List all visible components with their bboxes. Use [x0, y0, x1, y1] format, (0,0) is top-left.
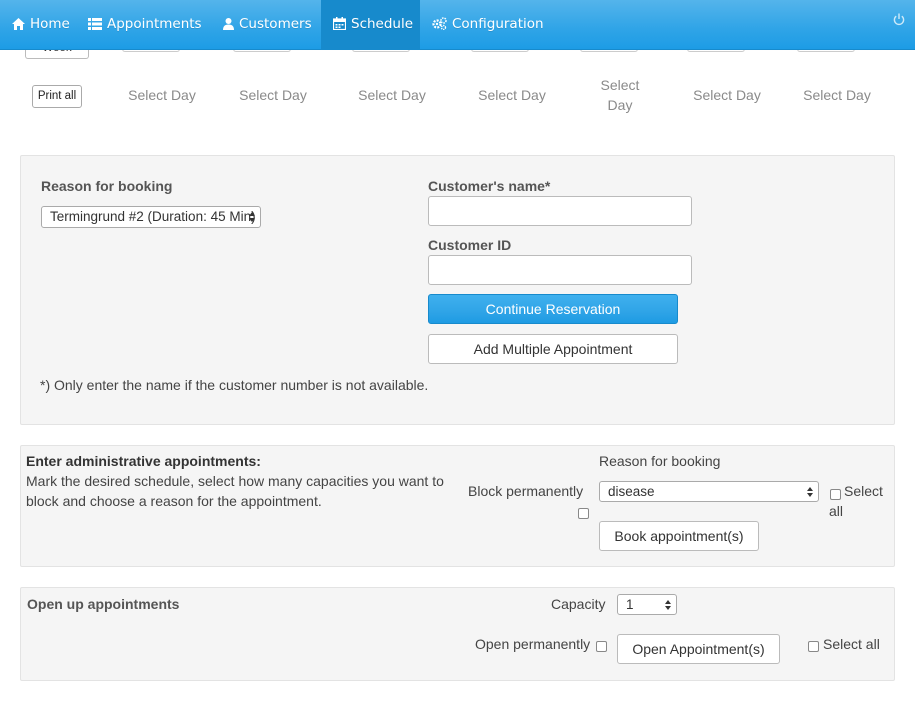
block-permanently-checkbox[interactable]	[578, 508, 589, 519]
admin-title: Enter administrative appointments:	[26, 453, 261, 469]
admin-select-all-label: Select all	[829, 483, 883, 519]
open-permanently-label: Open permanently	[475, 636, 591, 652]
select-day-2[interactable]: Select Day	[231, 85, 315, 105]
open-select-all-label: Select all	[823, 636, 880, 652]
nav-configuration-label: Configuration	[452, 16, 544, 32]
reason-label: Reason for booking	[41, 178, 173, 194]
nav-schedule-label: Schedule	[351, 16, 414, 32]
gears-icon	[432, 17, 447, 31]
admin-description: Mark the desired schedule, select how ma…	[26, 473, 444, 509]
continue-reservation-button[interactable]: Continue Reservation	[428, 294, 678, 324]
nav-customers-label: Customers	[239, 16, 312, 32]
add-multiple-appointment-button[interactable]: Add Multiple Appointment	[428, 334, 678, 364]
admin-reason-select[interactable]: disease	[599, 481, 819, 502]
reason-select[interactable]: Termingrund #2 (Duration: 45 Min)	[41, 206, 261, 228]
home-icon	[12, 18, 25, 30]
customer-name-note: *) Only enter the name if the customer n…	[40, 377, 429, 393]
capacity-label: Capacity	[551, 596, 606, 612]
nav-appointments[interactable]: Appointments	[76, 0, 202, 49]
select-day-4[interactable]: Select Day	[470, 85, 554, 105]
admin-reason-label: Reason for booking	[599, 453, 721, 469]
select-arrows-icon	[249, 212, 255, 222]
customer-name-input[interactable]	[428, 196, 692, 226]
select-day-3[interactable]: Select Day	[350, 85, 434, 105]
customer-id-label: Customer ID	[428, 237, 512, 253]
calendar-icon	[332, 17, 347, 31]
user-icon	[223, 18, 234, 30]
block-permanently-label: Block permanently	[468, 483, 584, 499]
customer-id-input[interactable]	[428, 255, 692, 285]
top-navbar: Home Appointments Customers Schedule Con…	[0, 0, 915, 50]
power-icon[interactable]	[893, 13, 905, 29]
select-arrows-icon	[807, 487, 813, 497]
admin-reason-select-value: disease	[608, 484, 655, 499]
select-day-1[interactable]: Select Day	[120, 85, 204, 105]
open-title: Open up appointments	[27, 596, 180, 612]
open-select-all-checkbox[interactable]	[808, 641, 819, 652]
print-all-button[interactable]: Print all	[32, 85, 82, 108]
nav-schedule[interactable]: Schedule	[321, 0, 420, 49]
nav-home-label: Home	[30, 16, 70, 32]
nav-home[interactable]: Home	[0, 0, 70, 49]
reason-select-value: Termingrund #2 (Duration: 45 Min)	[50, 209, 256, 224]
nav-customers[interactable]: Customers	[211, 0, 312, 49]
list-icon	[88, 18, 102, 30]
nav-configuration[interactable]: Configuration	[420, 0, 544, 49]
select-day-7[interactable]: Select Day	[795, 85, 879, 105]
open-appointments-button[interactable]: Open Appointment(s)	[617, 634, 780, 664]
customer-name-label: Customer's name*	[428, 178, 551, 194]
select-day-5[interactable]: Select Day	[595, 75, 645, 115]
book-appointments-button[interactable]: Book appointment(s)	[599, 521, 759, 551]
capacity-select-value: 1	[626, 597, 634, 612]
capacity-select[interactable]: 1	[617, 594, 677, 615]
select-arrows-icon	[665, 600, 671, 610]
nav-appointments-label: Appointments	[107, 16, 202, 32]
week-button-row	[0, 44, 915, 60]
select-day-6[interactable]: Select Day	[685, 85, 769, 105]
open-permanently-checkbox[interactable]	[596, 641, 607, 652]
